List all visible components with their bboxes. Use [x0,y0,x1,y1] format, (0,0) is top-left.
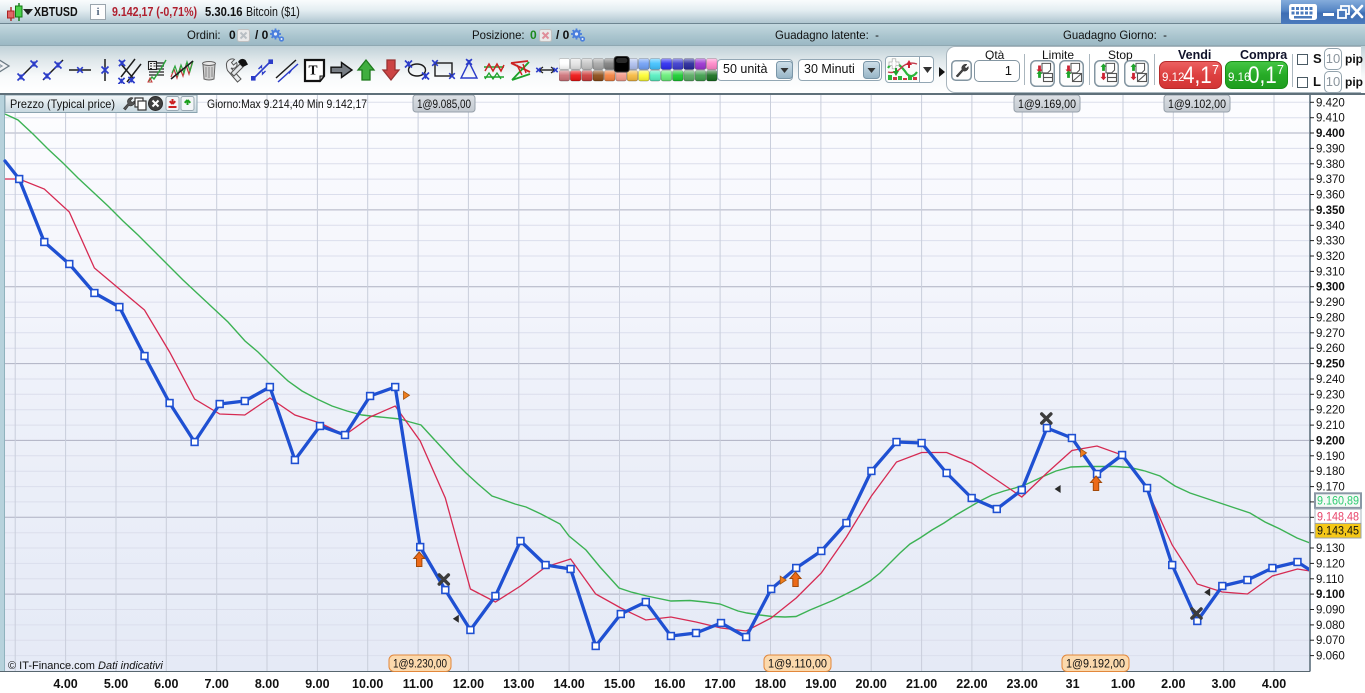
svg-text:9.360: 9.360 [1316,190,1345,202]
svg-text:4.00: 4.00 [1262,677,1286,691]
svg-text:6.00: 6.00 [154,677,178,691]
svg-text:31: 31 [1066,677,1080,691]
svg-text:T: T [309,63,318,78]
svg-text:Giorno:Max 9.214,40 Min 9.142,: Giorno:Max 9.214,40 Min 9.142,17 [207,97,367,111]
svg-text:1.00: 1.00 [1111,677,1135,691]
svg-text:19.00: 19.00 [805,677,836,691]
svg-text:18.00: 18.00 [755,677,786,691]
svg-text:9.320: 9.320 [1316,251,1345,263]
svg-text:4.00: 4.00 [53,677,77,691]
svg-text:16.00: 16.00 [654,677,685,691]
svg-text:9.260: 9.260 [1316,343,1345,355]
svg-text:12.00: 12.00 [453,677,484,691]
svg-text:Prezzo (Typical price): Prezzo (Typical price) [10,97,115,111]
svg-text:9.070: 9.070 [1316,635,1345,647]
svg-text:3.00: 3.00 [1212,677,1236,691]
svg-text:2.00: 2.00 [1161,677,1185,691]
svg-text:9.280: 9.280 [1316,313,1345,325]
svg-text:23.00: 23.00 [1007,677,1038,691]
svg-text:9.340: 9.340 [1316,220,1345,232]
svg-text:9.148,48: 9.148,48 [1317,511,1359,523]
svg-text:9.410: 9.410 [1316,113,1345,125]
svg-text:1@9.085,00: 1@9.085,00 [417,97,471,111]
svg-text:9.300: 9.300 [1316,282,1345,294]
svg-text:9.240: 9.240 [1316,374,1345,386]
svg-text:1@9.192,00: 1@9.192,00 [1066,657,1125,671]
svg-text:9.310: 9.310 [1316,266,1345,278]
svg-text:9.420: 9.420 [1316,97,1345,109]
svg-text:14.00: 14.00 [553,677,584,691]
svg-text:9.143,45: 9.143,45 [1317,526,1359,538]
svg-text:20.00: 20.00 [856,677,887,691]
svg-text:© IT-Finance.com Dati indicati: © IT-Finance.com Dati indicativi [8,660,163,672]
svg-text:9.290: 9.290 [1316,297,1345,309]
svg-text:9.330: 9.330 [1316,236,1345,248]
svg-text:9.230: 9.230 [1316,389,1345,401]
svg-text:9.00: 9.00 [305,677,329,691]
svg-text:1@9.169,00: 1@9.169,00 [1018,97,1076,111]
svg-text:9.100: 9.100 [1316,589,1345,601]
svg-text:13.00: 13.00 [503,677,534,691]
svg-text:1@9.102,00: 1@9.102,00 [1168,97,1226,111]
svg-text:9.200: 9.200 [1316,435,1345,447]
svg-text:9.060: 9.060 [1316,651,1345,663]
svg-text:9.180: 9.180 [1316,466,1345,478]
svg-text:9.380: 9.380 [1316,159,1345,171]
svg-text:9.350: 9.350 [1316,205,1345,217]
svg-text:22.00: 22.00 [956,677,987,691]
svg-text:9.210: 9.210 [1316,420,1345,432]
svg-text:9.170: 9.170 [1316,482,1345,494]
svg-text:1@9.110,00: 1@9.110,00 [768,657,827,671]
svg-text:8.00: 8.00 [255,677,279,691]
svg-text:1@9.230,00: 1@9.230,00 [393,657,447,671]
svg-text:5.00: 5.00 [104,677,128,691]
svg-text:9.130: 9.130 [1316,543,1345,555]
svg-text:9.220: 9.220 [1316,405,1345,417]
svg-text:9.110: 9.110 [1316,574,1344,586]
svg-text:9.390: 9.390 [1316,143,1345,155]
svg-text:9.090: 9.090 [1316,605,1345,617]
svg-text:9.250: 9.250 [1316,359,1345,371]
svg-text:10.00: 10.00 [352,677,383,691]
svg-text:7.00: 7.00 [205,677,229,691]
svg-text:9.190: 9.190 [1316,451,1345,463]
svg-text:21.00: 21.00 [906,677,937,691]
svg-text:9.120: 9.120 [1316,558,1345,570]
svg-text:9.270: 9.270 [1316,328,1345,340]
svg-text:11.00: 11.00 [403,677,434,691]
svg-text:9.080: 9.080 [1316,620,1345,632]
svg-text:9.160,89: 9.160,89 [1317,496,1359,508]
svg-text:17.00: 17.00 [704,677,735,691]
svg-text:9.400: 9.400 [1316,128,1345,140]
svg-text:15.00: 15.00 [604,677,635,691]
svg-text:9.370: 9.370 [1316,174,1345,186]
